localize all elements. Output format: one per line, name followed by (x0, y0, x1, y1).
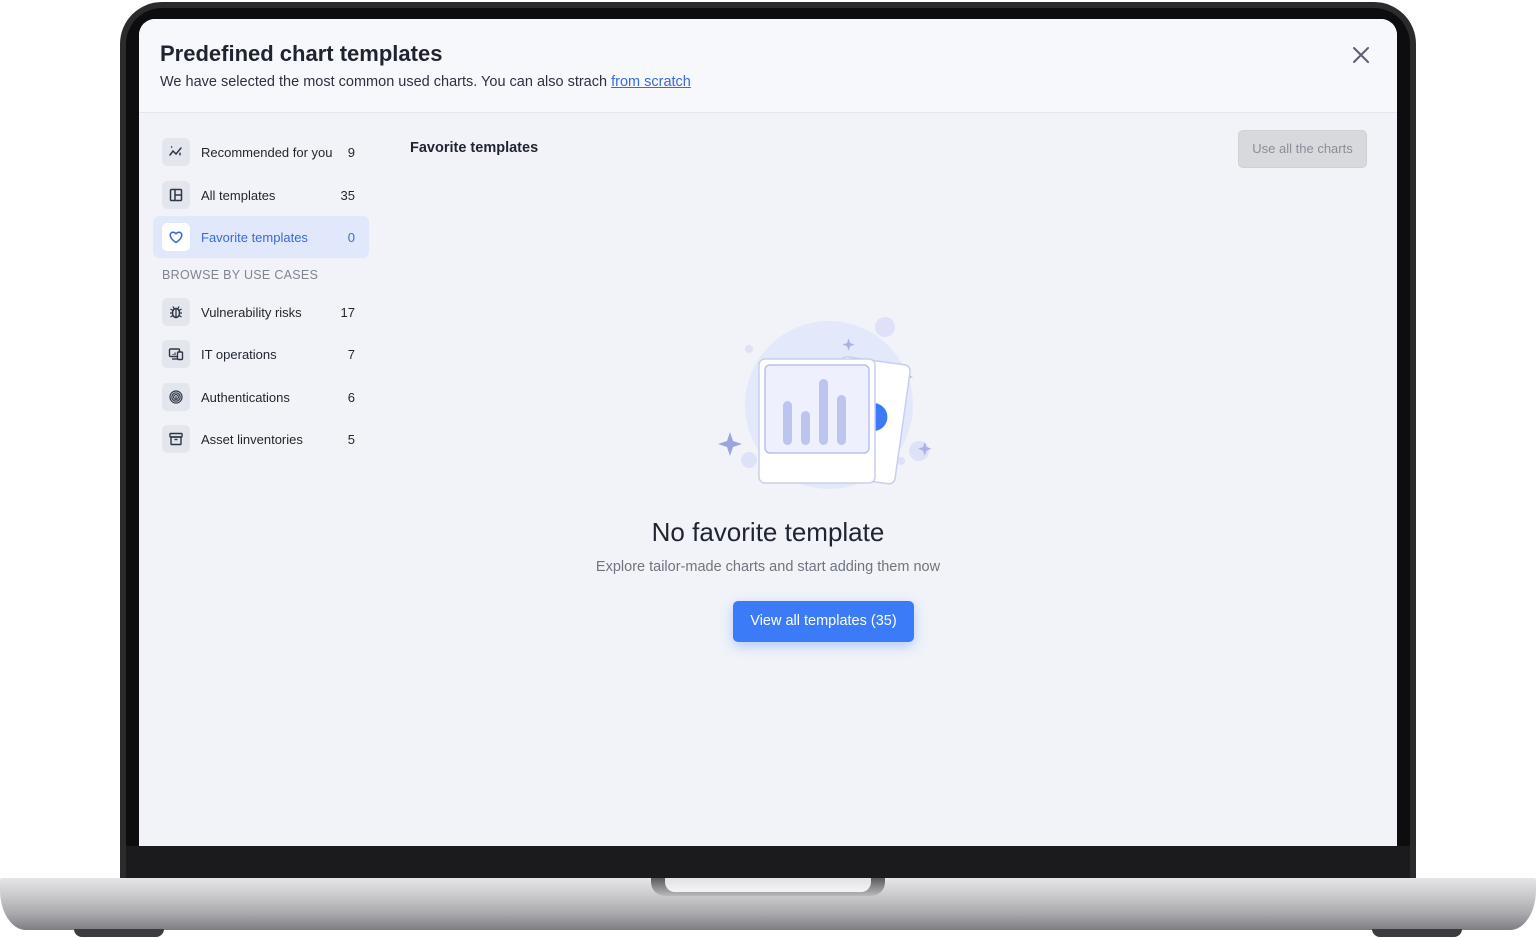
devices-icon (162, 340, 190, 368)
from-scratch-link[interactable]: from scratch (611, 74, 691, 90)
empty-state-subtitle: Explore tailor-made charts and start add… (595, 559, 941, 575)
sparkle-icon (162, 138, 190, 166)
sidebar: Recommended for you 9 All templates 35 F… (153, 131, 369, 461)
sidebar-item-count: 0 (347, 230, 355, 245)
sidebar-item-label: Recommended for you (201, 145, 333, 160)
laptop-notch (651, 878, 885, 896)
layout-icon (162, 180, 190, 209)
modal-subtitle-text: We have selected the most common used ch… (160, 74, 612, 90)
content-title: Favorite templates (410, 140, 539, 156)
sidebar-item-favorite-templates[interactable]: Favorite templates 0 (153, 216, 369, 258)
sidebar-item-count: 6 (347, 389, 355, 405)
sidebar-item-count: 7 (347, 347, 355, 362)
sidebar-item-label: Favorite templates (201, 230, 308, 245)
bug-icon (162, 297, 190, 326)
sidebar-item-count: 9 (347, 145, 355, 160)
close-icon (1353, 47, 1369, 63)
laptop-foot-right (1372, 929, 1462, 937)
empty-state-title: No favorite template (651, 517, 885, 547)
sidebar-item-authentications[interactable]: Authentications 6 (153, 376, 369, 418)
laptop-screen-chin (126, 846, 1410, 880)
sidebar-item-all-templates[interactable]: All templates 35 (153, 174, 369, 216)
close-button[interactable] (1347, 41, 1375, 69)
sidebar-item-count: 17 (340, 304, 355, 320)
sidebar-item-vulnerability-risks[interactable]: Vulnerability risks 17 (153, 291, 369, 333)
empty-state-illustration (713, 315, 933, 495)
heart-icon (162, 223, 190, 251)
modal-screen: Predefined chart templates We have selec… (139, 19, 1397, 846)
sidebar-item-label: IT operations (201, 347, 277, 362)
sidebar-item-label: Vulnerability risks (201, 304, 302, 320)
laptop-foot-left (74, 929, 164, 937)
modal-header: Predefined chart templates We have selec… (139, 19, 1397, 113)
view-all-templates-button[interactable]: View all templates (35) (733, 601, 914, 642)
fingerprint-icon (162, 382, 190, 411)
modal-subtitle: We have selected the most common used ch… (160, 74, 691, 90)
sidebar-item-asset-inventories[interactable]: Asset linventories 5 (153, 418, 369, 460)
sidebar-item-label: Authentications (201, 389, 290, 405)
sidebar-item-recommended[interactable]: Recommended for you 9 (153, 131, 369, 173)
sidebar-item-it-operations[interactable]: IT operations 7 (153, 333, 369, 375)
archive-icon (162, 425, 190, 453)
use-cases-section-label: BROWSE BY USE CASES (162, 267, 319, 282)
sidebar-item-count: 5 (347, 432, 355, 447)
modal-title: Predefined chart templates (160, 41, 443, 66)
sidebar-item-count: 35 (340, 187, 355, 203)
use-all-charts-button[interactable]: Use all the charts (1238, 130, 1367, 168)
sidebar-item-label: All templates (201, 187, 276, 203)
sidebar-item-label: Asset linventories (201, 432, 303, 447)
